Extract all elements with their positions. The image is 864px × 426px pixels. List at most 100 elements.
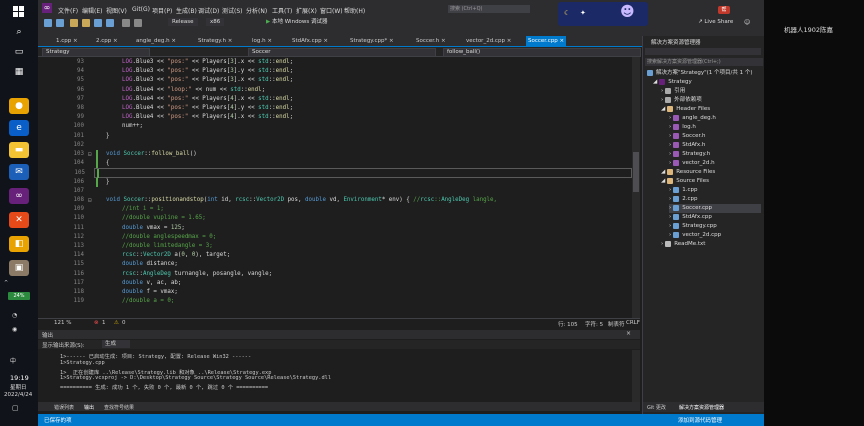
code-line[interactable]: 110 //double vupline = 1.65; <box>38 214 638 223</box>
close-tab-icon[interactable]: × <box>266 38 272 44</box>
chrome-icon[interactable]: ● <box>9 98 29 114</box>
menu-item[interactable]: 工具(T) <box>272 6 292 15</box>
undo-icon[interactable] <box>122 19 130 27</box>
config-dropdown[interactable]: Release <box>168 18 198 26</box>
document-tab[interactable]: StdAfx.cpp × <box>290 36 330 46</box>
task-view-icon[interactable]: ▭ <box>9 44 29 60</box>
code-line[interactable]: 109 //int i = 1; <box>38 205 638 214</box>
expand-icon[interactable]: ◢ <box>661 169 665 175</box>
expand-icon[interactable]: › <box>669 232 671 238</box>
expand-icon[interactable]: › <box>669 151 671 157</box>
menu-item[interactable]: 扩展(X) <box>296 6 317 15</box>
expand-icon[interactable]: › <box>669 115 671 121</box>
document-tab[interactable]: 2.cpp × <box>94 36 120 46</box>
input-language[interactable]: 中 <box>10 356 16 365</box>
expand-icon[interactable]: › <box>661 241 663 247</box>
solution-item[interactable]: ◢ Resource Files <box>661 168 761 177</box>
new-project-icon[interactable] <box>70 19 78 27</box>
code-line[interactable]: 119 //double a = 0; <box>38 297 638 306</box>
menu-item[interactable]: 调试(D) <box>198 6 219 15</box>
expand-icon[interactable]: › <box>661 88 663 94</box>
forward-icon[interactable] <box>56 19 64 27</box>
solution-item[interactable]: › 引用 <box>661 87 761 96</box>
close-tab-icon[interactable]: × <box>439 38 446 44</box>
indent-mode[interactable]: 制表符 <box>608 320 625 328</box>
expand-icon[interactable]: › <box>669 160 671 166</box>
document-tab[interactable]: 1.cpp × <box>54 36 80 46</box>
document-tab[interactable]: vector_2d.cpp × <box>464 36 513 46</box>
code-line[interactable]: 112 //double anglespeedmax = 0; <box>38 233 638 242</box>
menu-item[interactable]: Git(G) <box>132 6 150 13</box>
scrollbar-thumb[interactable] <box>633 152 639 192</box>
solution-search[interactable]: 搜索解决方案资源管理器(Ctrl+;) <box>645 58 763 66</box>
output-source-dropdown[interactable]: 生成 <box>102 340 131 348</box>
document-tab[interactable]: Strategy.cpp* × <box>348 36 396 46</box>
code-line[interactable]: 98 LOG.Blue4 << "pos:" << Players[4].y <<… <box>38 104 638 113</box>
close-icon[interactable]: × <box>626 330 631 337</box>
code-line[interactable]: 107 <box>38 187 638 196</box>
volume-icon[interactable]: ◉ <box>12 326 17 333</box>
weather-widget[interactable]: ☾ ✦ ☻ <box>558 2 648 26</box>
document-tab[interactable]: log.h × <box>250 36 274 46</box>
app-orange-icon[interactable]: ◧ <box>9 236 29 252</box>
code-line[interactable]: 104 { <box>38 159 638 169</box>
solution-item[interactable]: › 外部依赖项 <box>661 96 761 105</box>
solution-item[interactable]: › 1.cpp <box>669 186 761 195</box>
notification-icon[interactable]: ▢ <box>12 404 19 412</box>
live-share-button[interactable]: ↗ Live Share <box>698 19 733 25</box>
vertical-scrollbar[interactable] <box>632 57 640 318</box>
expand-icon[interactable]: › <box>669 124 671 130</box>
solution-item[interactable]: › 2.cpp <box>669 195 761 204</box>
solution-root[interactable]: 解决方案"Strategy"(1 个项目/共 1 个) <box>647 69 753 78</box>
code-line[interactable]: 95 LOG.Blue3 << "pos:" << Players[3].x <<… <box>38 76 638 85</box>
code-line[interactable]: 105 <box>75 168 632 179</box>
back-icon[interactable] <box>44 19 52 27</box>
close-tab-icon[interactable]: × <box>111 38 118 44</box>
windows-start-icon[interactable] <box>9 4 29 20</box>
error-count[interactable]: 1 <box>102 320 106 326</box>
save-icon[interactable] <box>94 19 102 27</box>
code-line[interactable]: 96 LOG.Blue4 << "loop:" << num << std::en… <box>38 86 638 95</box>
menu-item[interactable]: 编辑(E) <box>82 6 102 15</box>
menu-item[interactable]: 分析(N) <box>246 6 267 15</box>
solution-item[interactable]: › StdAfx.h <box>669 141 761 150</box>
expand-icon[interactable]: › <box>669 196 671 202</box>
solution-item[interactable]: › Strategy.h <box>669 150 761 159</box>
expand-icon[interactable]: › <box>669 133 671 139</box>
solution-item[interactable]: › ReadMe.txt <box>661 240 761 249</box>
solution-item[interactable]: › Soccer.cpp <box>669 204 761 213</box>
class-dropdown[interactable]: Soccer <box>248 48 436 57</box>
close-tab-icon[interactable]: × <box>322 38 328 44</box>
clock-time[interactable]: 19:19 <box>10 374 29 382</box>
panel-tab[interactable]: 查找符号结果 <box>104 404 134 411</box>
project-node[interactable]: ◢ Strategy <box>653 78 692 87</box>
code-line[interactable]: 103 ⊟ void Soccer::follow_ball() <box>38 150 638 159</box>
document-tab[interactable]: Soccer.h × <box>414 36 448 46</box>
close-tab-icon[interactable]: × <box>558 38 565 44</box>
search-icon[interactable]: ⌕ <box>9 24 29 40</box>
menu-item[interactable]: 测试(S) <box>222 6 243 15</box>
open-file-icon[interactable] <box>82 19 90 27</box>
solution-item[interactable]: › Strategy.cpp <box>669 222 761 231</box>
git-changes-tab[interactable]: Git 更改 <box>647 404 666 411</box>
code-line[interactable]: 118 double f = vmax; <box>38 288 638 297</box>
eol-mode[interactable]: CRLF <box>626 320 640 326</box>
fold-toggle-icon[interactable]: ⊟ <box>88 150 92 159</box>
close-tab-icon[interactable]: × <box>226 38 233 44</box>
menu-item[interactable]: 项目(P) <box>152 6 172 15</box>
expand-icon[interactable]: › <box>669 187 671 193</box>
code-line[interactable]: 94 LOG.Blue3 << "pos:" << Players[3].y <<… <box>38 67 638 76</box>
expand-icon[interactable]: ◢ <box>661 106 665 112</box>
code-line[interactable]: 108 ⊟ void Soccer::positionandstop(int id,… <box>38 196 638 205</box>
redo-icon[interactable] <box>134 19 142 27</box>
close-tab-icon[interactable]: × <box>387 38 394 44</box>
menu-item[interactable]: 文件(F) <box>58 6 78 15</box>
battery-indicator[interactable]: 24% <box>8 292 30 300</box>
run-debugger-button[interactable]: ▶ 本地 Windows 调试器 <box>266 18 328 26</box>
output-text[interactable]: 1>------ 已启动生成: 项目: Strategy, 配置: Releas… <box>38 350 640 402</box>
panel-tab[interactable]: 错误列表 <box>54 404 74 411</box>
document-tab[interactable]: Soccer.cpp × <box>526 36 567 46</box>
solution-item[interactable]: ◢ Header Files <box>661 105 761 114</box>
panel-tab[interactable]: 输出 <box>84 404 94 411</box>
menu-item[interactable]: 视图(V) <box>106 6 127 15</box>
